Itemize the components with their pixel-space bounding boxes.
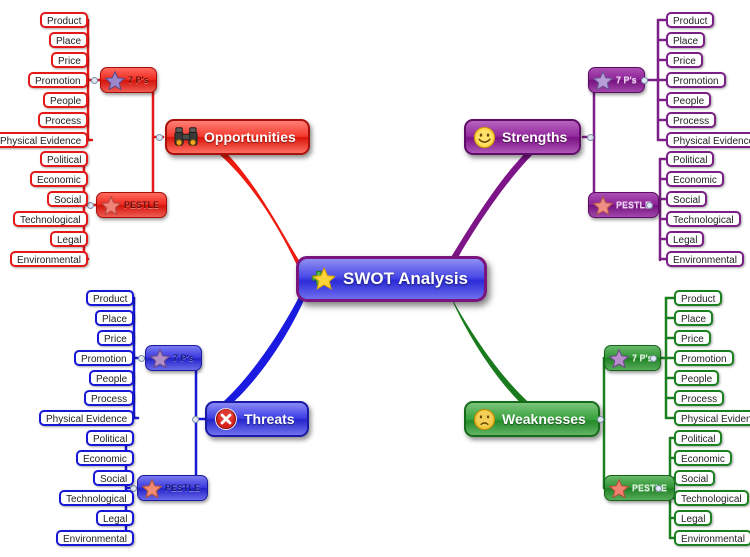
leaf-node[interactable]: Price (674, 330, 711, 346)
leaf-node[interactable]: Promotion (28, 72, 88, 88)
leaf-node[interactable]: Legal (666, 231, 705, 247)
branch-node-strengths[interactable]: Strengths (464, 119, 582, 155)
leaf-node[interactable]: Legal (50, 231, 89, 247)
leaf-node[interactable]: Process (38, 112, 89, 128)
leaf-node[interactable]: Product (666, 12, 715, 28)
leaf-node[interactable]: Environmental (674, 530, 750, 546)
star-icon (104, 69, 126, 90)
leaf-node[interactable]: Physical Evidence (0, 132, 89, 148)
leaf-node[interactable]: People (43, 92, 89, 108)
connector-dot[interactable] (597, 416, 604, 423)
leaf-node[interactable]: Social (666, 191, 708, 207)
leaf-node[interactable]: Promotion (674, 350, 734, 366)
star-icon (311, 266, 335, 290)
star-icon (608, 477, 630, 498)
connector-dot[interactable] (650, 355, 657, 362)
connector-dot[interactable] (91, 77, 98, 84)
leaf-node[interactable]: Environmental (10, 251, 88, 267)
leaf-node[interactable]: Environmental (56, 530, 134, 546)
binoculars-icon (174, 127, 198, 146)
central-node-swot-analysis[interactable]: SWOT Analysis (296, 256, 488, 302)
branch-node-opportunities[interactable]: Opportunities (165, 119, 310, 155)
leaf-node[interactable]: Process (84, 390, 135, 406)
error-cross-icon (215, 408, 237, 430)
leaf-node[interactable]: People (674, 370, 720, 386)
leaf-node[interactable]: Promotion (74, 350, 134, 366)
leaf-node[interactable]: Physical Evidence (39, 410, 135, 426)
star-icon (592, 69, 614, 90)
leaf-node[interactable]: Legal (674, 510, 713, 526)
leaf-node[interactable]: Social (674, 470, 716, 486)
leaf-node[interactable]: Place (95, 310, 135, 326)
leaf-node[interactable]: Legal (96, 510, 135, 526)
leaf-node[interactable]: Physical Evidence (666, 132, 750, 148)
connector-dot[interactable] (156, 134, 163, 141)
leaf-node[interactable]: Economic (666, 171, 724, 187)
group-node-pestle-opportunities[interactable]: PESTLE (96, 192, 168, 218)
group-node-seven-ps-opportunities[interactable]: 7 P's (100, 67, 157, 93)
leaf-node[interactable]: Physical Evidence (674, 410, 750, 426)
connector-dot[interactable] (646, 202, 653, 209)
group-label-seven-ps: 7 P's (173, 353, 194, 363)
connector-dot[interactable] (138, 355, 145, 362)
connector-dot[interactable] (87, 202, 94, 209)
leaf-node[interactable]: People (89, 370, 135, 386)
branch-node-threats[interactable]: Threats (205, 401, 309, 437)
leaf-node[interactable]: Process (674, 390, 725, 406)
leaf-node[interactable]: Price (666, 52, 703, 68)
branch-label-threats: Threats (244, 411, 295, 427)
branch-label-strengths: Strengths (502, 129, 568, 145)
group-label-pestle: PESTLE (124, 200, 160, 210)
central-node-label: SWOT Analysis (343, 269, 469, 288)
leaf-node[interactable]: Technological (666, 211, 741, 227)
leaf-node[interactable]: Social (93, 470, 135, 486)
leaf-node[interactable]: Political (40, 151, 89, 167)
smiley-happy-icon (473, 126, 496, 148)
group-node-pestle-threats[interactable]: PESTLE (137, 475, 209, 501)
branch-label-opportunities: Opportunities (204, 129, 296, 145)
leaf-node[interactable]: Technological (59, 490, 134, 506)
leaf-node[interactable]: Economic (76, 450, 134, 466)
group-node-pestle-weaknesses[interactable]: PESTLE (604, 475, 676, 501)
leaf-node[interactable]: Price (97, 330, 134, 346)
mind-map-canvas: SWOT Analysis Opportunities Strengths Th… (0, 0, 750, 557)
leaf-node[interactable]: Promotion (666, 72, 726, 88)
branch-node-weaknesses[interactable]: Weaknesses (464, 401, 600, 437)
group-node-seven-ps-threats[interactable]: 7 P's (145, 345, 202, 371)
leaf-node[interactable]: Product (40, 12, 89, 28)
leaf-node[interactable]: Place (666, 32, 706, 48)
leaf-node[interactable]: Technological (674, 490, 749, 506)
connector-dot[interactable] (192, 416, 199, 423)
connector-dot[interactable] (641, 77, 648, 84)
leaf-node[interactable]: Economic (674, 450, 732, 466)
group-label-seven-ps: 7 P's (128, 75, 149, 85)
group-label-pestle: PESTLE (165, 483, 201, 493)
star-icon (608, 347, 630, 368)
leaf-node[interactable]: People (666, 92, 712, 108)
star-icon (141, 477, 163, 498)
branch-label-weaknesses: Weaknesses (502, 411, 586, 427)
leaf-node[interactable]: Process (666, 112, 717, 128)
leaf-node[interactable]: Environmental (666, 251, 744, 267)
connector-dot[interactable] (587, 134, 594, 141)
leaf-node[interactable]: Product (86, 290, 135, 306)
star-icon (100, 194, 122, 215)
smiley-sad-icon (473, 408, 496, 430)
leaf-node[interactable]: Place (674, 310, 714, 326)
leaf-node[interactable]: Product (674, 290, 723, 306)
group-label-seven-ps: 7 P's (616, 75, 637, 85)
leaf-node[interactable]: Political (674, 430, 723, 446)
connector-dot[interactable] (655, 485, 662, 492)
star-icon (149, 347, 171, 368)
leaf-node[interactable]: Economic (30, 171, 88, 187)
leaf-node[interactable]: Social (47, 191, 89, 207)
leaf-node[interactable]: Technological (13, 211, 88, 227)
leaf-node[interactable]: Price (51, 52, 88, 68)
leaf-node[interactable]: Political (86, 430, 135, 446)
star-icon (592, 194, 614, 215)
group-node-seven-ps-strengths[interactable]: 7 P's (588, 67, 645, 93)
leaf-node[interactable]: Place (49, 32, 89, 48)
leaf-node[interactable]: Political (666, 151, 715, 167)
